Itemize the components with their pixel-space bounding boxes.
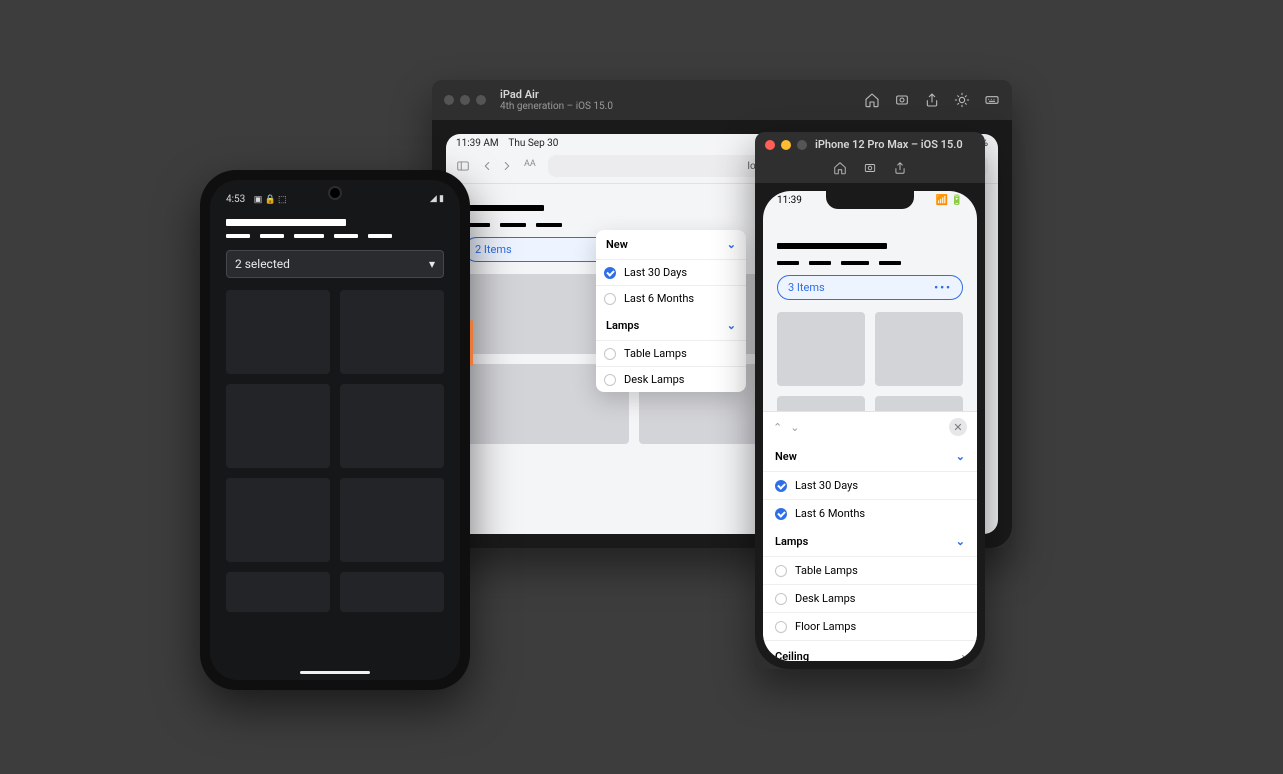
home-icon[interactable] xyxy=(833,161,847,175)
radio-checked-icon xyxy=(775,480,787,492)
filter-option-last-30-days[interactable]: Last 30 Days xyxy=(596,259,746,285)
sheet-up-icon[interactable]: ⌃ xyxy=(773,421,782,434)
android-camera xyxy=(330,188,340,198)
close-dot[interactable] xyxy=(765,140,775,150)
iphone-title: iPhone 12 Pro Max – iOS 15.0 xyxy=(815,138,963,151)
iphone-simulator-window: iPhone 12 Pro Max – iOS 15.0 11:39 📶 🔋 xyxy=(755,132,985,669)
radio-empty-icon xyxy=(775,565,787,577)
filter-section-new[interactable]: New ⌄ xyxy=(596,230,746,259)
traffic-lights[interactable] xyxy=(444,95,486,105)
ipad-status-date: Thu Sep 30 xyxy=(508,138,558,149)
chevron-down-icon: ⌄ xyxy=(727,319,736,332)
product-tile[interactable] xyxy=(875,312,963,386)
sheet-close-button[interactable]: ✕ xyxy=(949,418,967,436)
items-filter-pill[interactable]: 3 Items ••• xyxy=(777,275,963,300)
chevron-down-icon: ⌄ xyxy=(727,238,736,251)
share-icon[interactable] xyxy=(924,92,940,108)
share-icon[interactable] xyxy=(893,161,907,175)
radio-empty-icon xyxy=(604,293,616,305)
product-tile[interactable] xyxy=(226,478,330,562)
minimize-dot[interactable] xyxy=(460,95,470,105)
filter-section-ceiling[interactable]: Ceiling › xyxy=(763,640,977,661)
product-tile[interactable] xyxy=(777,312,865,386)
keyboard-icon[interactable] xyxy=(984,92,1000,108)
iphone-toolbar xyxy=(755,157,985,183)
page-tabs-redacted xyxy=(226,234,444,238)
android-status-time: 4:53 xyxy=(226,194,245,205)
filter-section-new[interactable]: New ⌄ xyxy=(763,442,977,471)
traffic-lights[interactable] xyxy=(765,140,807,150)
iphone-status-time: 11:39 xyxy=(777,195,802,206)
radio-checked-icon xyxy=(775,508,787,520)
chevron-down-icon: ▾ xyxy=(429,257,435,271)
product-tile[interactable] xyxy=(340,478,444,562)
filter-option-last-6-months[interactable]: Last 6 Months xyxy=(596,285,746,311)
product-tile[interactable] xyxy=(226,572,330,612)
radio-empty-icon xyxy=(775,621,787,633)
ipad-title: iPad Air xyxy=(500,88,854,101)
sheet-down-icon[interactable]: ⌄ xyxy=(790,421,799,434)
product-tile[interactable] xyxy=(340,384,444,468)
home-icon[interactable] xyxy=(864,92,880,108)
product-tile[interactable] xyxy=(340,572,444,612)
status-icon: ▣ 🔒 ⬚ xyxy=(254,195,287,205)
android-select-dropdown[interactable]: 2 selected ▾ xyxy=(226,250,444,278)
iphone-status-right: 📶 🔋 xyxy=(936,195,963,206)
iphone-titlebar: iPhone 12 Pro Max – iOS 15.0 xyxy=(755,132,985,157)
page-title-redacted xyxy=(226,219,346,226)
filter-option-desk-lamps[interactable]: Desk Lamps xyxy=(763,584,977,612)
product-tile[interactable] xyxy=(226,290,330,374)
product-tile[interactable] xyxy=(226,384,330,468)
filter-section-lamps[interactable]: Lamps ⌄ xyxy=(596,311,746,340)
radio-empty-icon xyxy=(604,348,616,360)
chevron-down-icon: ⌄ xyxy=(956,450,965,463)
filter-sheet: ⌃ ⌄ ✕ New ⌄ Last 30 Days Last 6 Months xyxy=(763,411,977,661)
iphone-screen: 11:39 📶 🔋 3 Items ••• xyxy=(763,191,977,661)
android-home-indicator[interactable] xyxy=(300,671,370,674)
ipad-titlebar: iPad Air 4th generation – iOS 15.0 xyxy=(432,80,1012,120)
radio-empty-icon xyxy=(604,374,616,386)
screenshot-icon[interactable] xyxy=(894,92,910,108)
radio-checked-icon xyxy=(604,267,616,279)
filter-dropdown: New ⌄ Last 30 Days Last 6 Months Lamps ⌄ xyxy=(596,230,746,392)
status-icons-right: ◢ ▮ xyxy=(430,194,444,205)
ipad-status-time: 11:39 AM xyxy=(456,138,499,149)
appearance-icon[interactable] xyxy=(954,92,970,108)
back-icon[interactable] xyxy=(480,159,494,173)
filter-section-lamps[interactable]: Lamps ⌄ xyxy=(763,527,977,556)
filter-option-last-30-days[interactable]: Last 30 Days xyxy=(763,471,977,499)
ellipsis-icon: ••• xyxy=(934,281,952,294)
chevron-right-icon: › xyxy=(962,650,965,661)
product-tile[interactable] xyxy=(340,290,444,374)
android-power-button[interactable] xyxy=(470,320,473,366)
iphone-device-frame: 11:39 📶 🔋 3 Items ••• xyxy=(755,183,985,669)
filter-option-floor-lamps[interactable]: Floor Lamps xyxy=(763,612,977,640)
filter-option-last-6-months[interactable]: Last 6 Months xyxy=(763,499,977,527)
close-dot[interactable] xyxy=(444,95,454,105)
zoom-dot[interactable] xyxy=(797,140,807,150)
iphone-product-grid xyxy=(777,312,963,416)
filter-option-table-lamps[interactable]: Table Lamps xyxy=(763,556,977,584)
screenshot-icon[interactable] xyxy=(863,161,877,175)
page-title-redacted xyxy=(777,243,887,249)
forward-icon[interactable] xyxy=(500,159,514,173)
minimize-dot[interactable] xyxy=(781,140,791,150)
page-title-redacted xyxy=(464,205,544,211)
radio-empty-icon xyxy=(775,593,787,605)
ipad-subtitle: 4th generation – iOS 15.0 xyxy=(500,101,854,112)
chevron-down-icon: ⌄ xyxy=(956,535,965,548)
android-screen: 4:53 ▣ 🔒 ⬚ ◢ ▮ 2 selected ▾ xyxy=(210,180,460,680)
zoom-dot[interactable] xyxy=(476,95,486,105)
filter-option-table-lamps[interactable]: Table Lamps xyxy=(596,340,746,366)
android-device-frame: 4:53 ▣ 🔒 ⬚ ◢ ▮ 2 selected ▾ xyxy=(200,170,470,690)
sidebar-icon[interactable] xyxy=(456,159,470,173)
text-size-icon[interactable]: AA xyxy=(524,159,538,173)
page-tabs-redacted xyxy=(777,261,963,265)
filter-option-desk-lamps[interactable]: Desk Lamps xyxy=(596,366,746,392)
